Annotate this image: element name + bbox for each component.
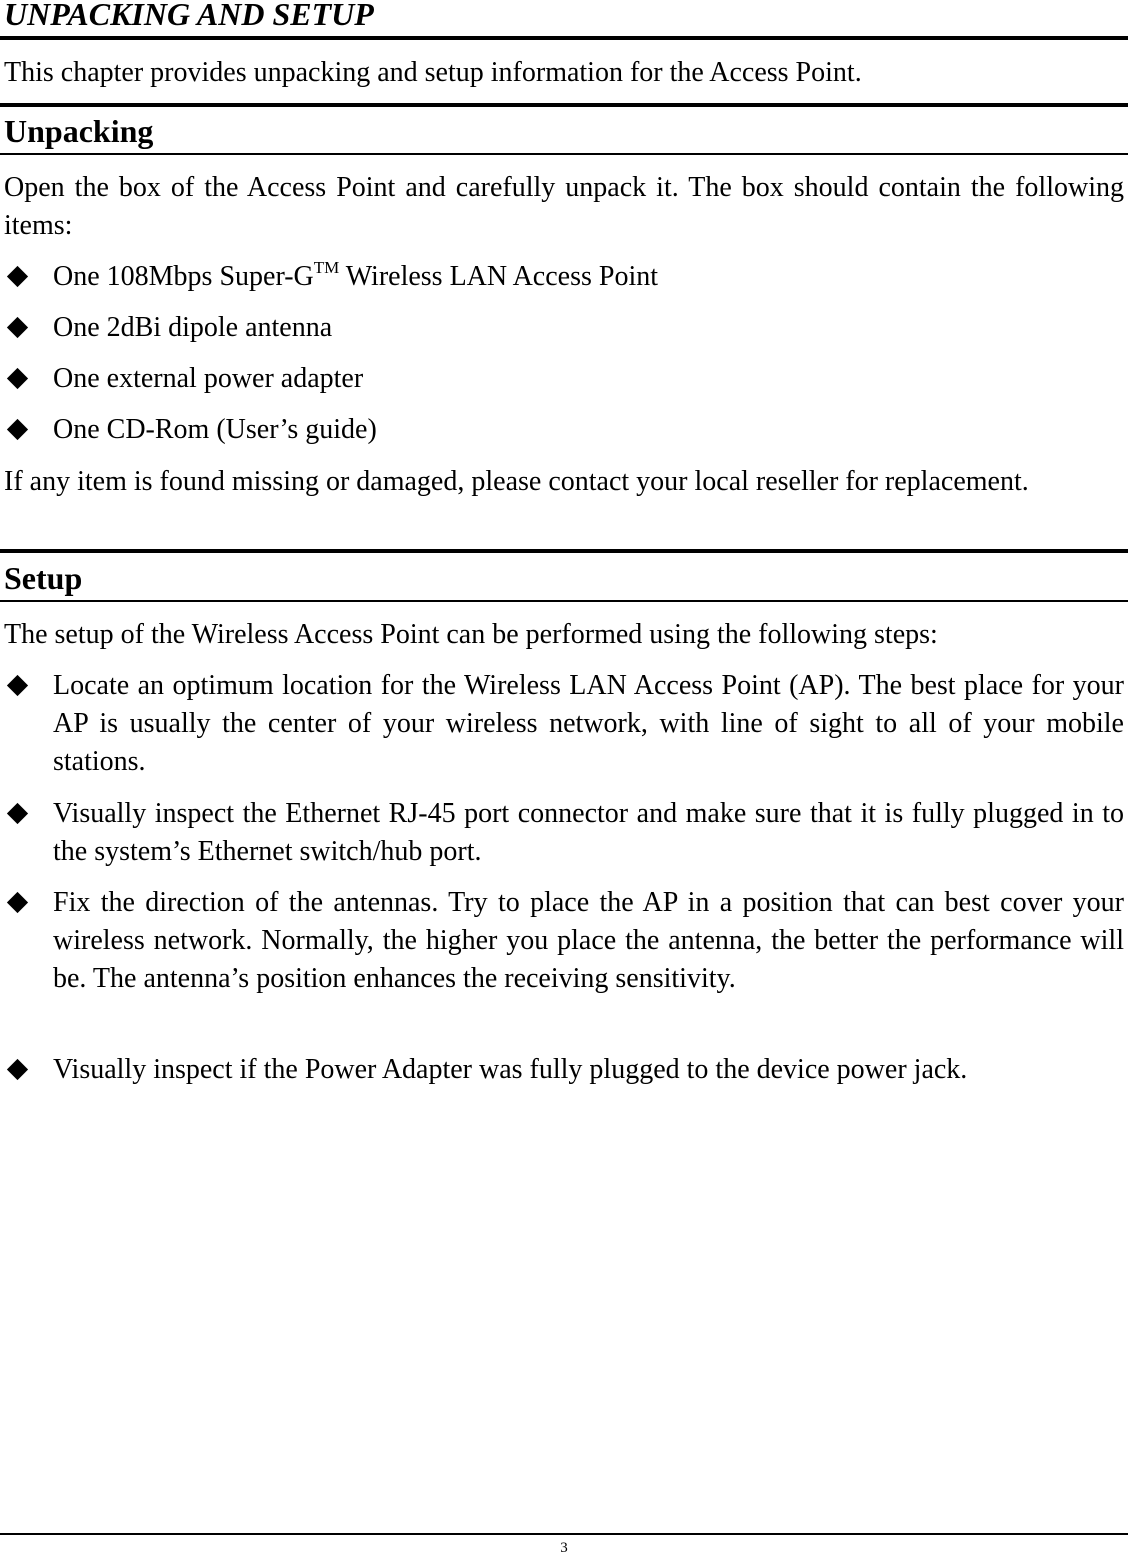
section-heading-setup: Setup [4,560,83,596]
intro-divider [0,103,1128,107]
package-item-text: One CD-Rom (User’s guide) [53,414,377,445]
section-divider [0,549,1128,553]
setup-intro: The setup of the Wireless Access Point c… [4,619,938,650]
diamond-bullet-icon [6,891,29,914]
diamond-bullet-icon [6,418,29,441]
trademark-superscript: TM [313,258,340,277]
package-item-text: One external power adapter [53,363,364,394]
setup-step-text: Fix the direction of the antennas. Try t… [53,887,1124,994]
diamond-bullet-icon [6,265,29,288]
missing-items-note: If any item is found missing or damaged,… [4,466,1029,497]
package-item-text-continued: Wireless LAN Access Point [339,261,659,292]
unpacking-heading-divider [0,153,1128,155]
diamond-bullet-icon [6,674,29,697]
footer-divider [0,1533,1128,1535]
section-heading-unpacking: Unpacking [4,113,154,149]
setup-heading-divider [0,600,1128,602]
package-item-text: One 2dBi dipole antenna [53,312,333,343]
package-item-text: One 108Mbps Super-G [53,261,314,292]
diamond-bullet-icon [6,802,29,825]
diamond-bullet-icon [6,367,29,390]
page-number: 3 [560,1540,568,1556]
setup-step-text: Visually inspect the Ethernet RJ-45 port… [53,798,1124,867]
chapter-title: UNPACKING AND SETUP [4,0,374,32]
title-divider [0,36,1128,40]
setup-step-text: Locate an optimum location for the Wirel… [53,670,1124,777]
setup-step-text: Visually inspect if the Power Adapter wa… [53,1054,968,1085]
diamond-bullet-icon [6,316,29,339]
chapter-intro: This chapter provides unpacking and setu… [4,57,862,88]
diamond-bullet-icon [6,1058,29,1081]
unpacking-intro: Open the box of the Access Point and car… [4,172,1124,241]
